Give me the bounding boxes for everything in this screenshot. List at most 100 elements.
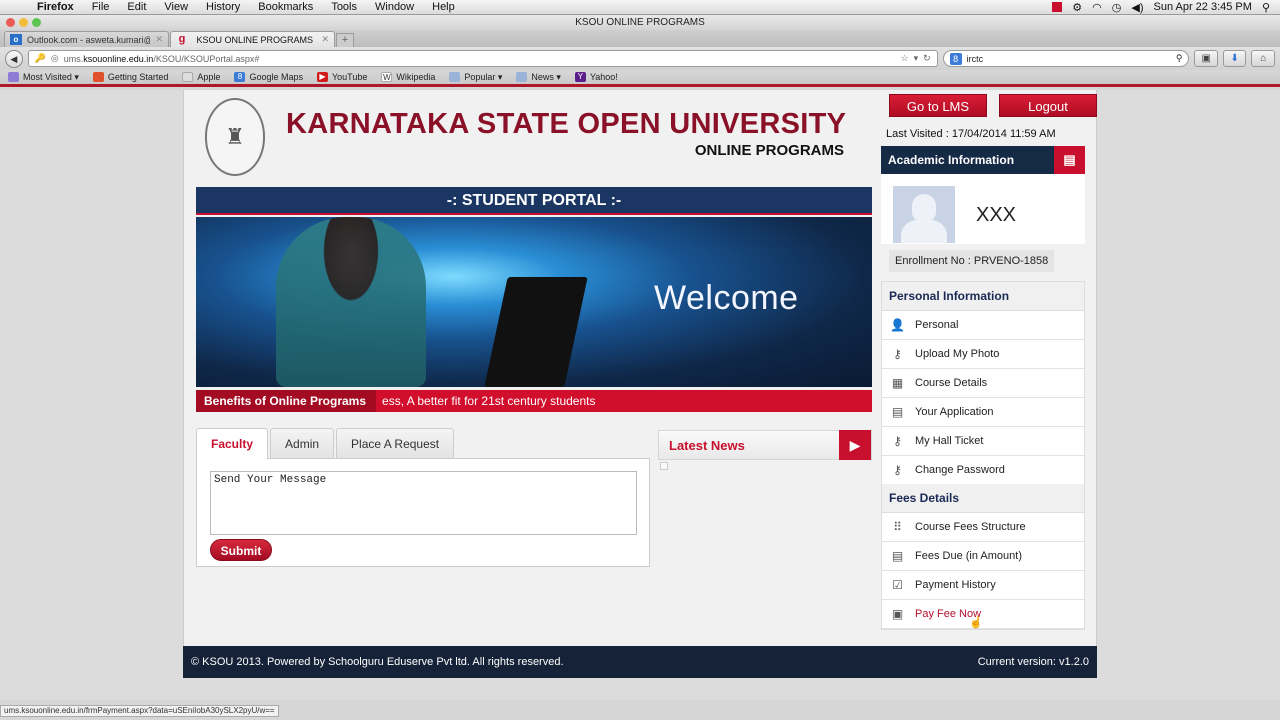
tab-place-request[interactable]: Place A Request: [336, 428, 455, 458]
megaphone-icon[interactable]: ▶: [839, 430, 871, 460]
tab-faculty[interactable]: Faculty: [196, 428, 269, 459]
minimize-window-icon[interactable]: [19, 18, 28, 27]
student-sidebar: Go to LMS Logout Last Visited : 17/04/20…: [881, 90, 1097, 630]
wifi-icon[interactable]: ◠: [1092, 1, 1102, 14]
menu-course-fees-structure[interactable]: ⠿ Course Fees Structure: [882, 513, 1084, 542]
menu-help[interactable]: Help: [423, 1, 464, 13]
new-tab-button[interactable]: +: [336, 33, 354, 47]
tab-outlook[interactable]: o Outlook.com - asweta.kumari@... ✕: [4, 31, 169, 47]
folder-icon: [516, 72, 528, 82]
academic-info-title: Academic Information: [888, 153, 1015, 167]
laptop-image: [484, 277, 588, 387]
welcome-banner: Welcome: [196, 217, 872, 387]
message-textarea[interactable]: Send Your Message: [210, 471, 637, 535]
window-title: KSOU ONLINE PROGRAMS: [575, 17, 705, 28]
spotlight-icon[interactable]: ⚲: [1262, 1, 1270, 14]
back-button[interactable]: ◀: [5, 49, 23, 68]
enrollment-number: Enrollment No : PRVENO-1858: [889, 250, 1055, 272]
addon-button[interactable]: ▣: [1194, 50, 1218, 67]
menu-view[interactable]: View: [155, 1, 197, 13]
version-text: Current version: v1.2.0: [977, 656, 1089, 668]
student-portal-bar: -: STUDENT PORTAL :-: [196, 187, 872, 215]
portal-container: ♜ KARNATAKA STATE OPEN UNIVERSITY ONLINE…: [183, 90, 1097, 678]
menu-fees-due[interactable]: ▤ Fees Due (in Amount): [882, 542, 1084, 571]
url-text[interactable]: ums.ksouonline.edu.in/KSOU/KSOUPortal.as…: [64, 54, 896, 64]
close-tab-icon[interactable]: ✕: [321, 34, 329, 45]
search-icon[interactable]: ⚲: [1176, 53, 1183, 64]
bookmark-wikipedia[interactable]: W Wikipedia: [381, 72, 435, 82]
star-icon[interactable]: ☆: [900, 53, 908, 64]
tab-admin[interactable]: Admin: [270, 428, 335, 458]
volume-icon[interactable]: ◀): [1131, 1, 1143, 14]
close-tab-icon[interactable]: ✕: [155, 34, 163, 45]
firefox-icon: [92, 72, 104, 82]
bookmark-google-maps[interactable]: 8 Google Maps: [234, 72, 303, 82]
bookmark-getting-started[interactable]: Getting Started: [92, 72, 168, 82]
student-name: XXX: [976, 204, 1017, 226]
menu-file[interactable]: File: [83, 1, 119, 13]
personal-info-menu: Personal Information 👤 Personal ⚷ Upload M…: [881, 281, 1085, 486]
latest-news-title: Latest News: [669, 438, 745, 453]
ticker-text[interactable]: ess, A better fit for 21st century stude…: [382, 394, 595, 408]
grid-icon: ⠿: [893, 520, 902, 534]
logout-button[interactable]: Logout: [999, 94, 1097, 117]
google-icon: 8: [234, 72, 246, 82]
tray-icon[interactable]: ⚙: [1072, 1, 1082, 14]
clipboard-icon: ▣: [891, 607, 904, 621]
reload-icon[interactable]: ↻: [923, 53, 931, 64]
downloads-button[interactable]: ⬇: [1222, 50, 1247, 67]
news-checkbox[interactable]: [660, 462, 668, 470]
menu-upload-photo[interactable]: ⚷ Upload My Photo: [882, 340, 1084, 369]
menu-your-application[interactable]: ▤ Your Application: [882, 398, 1084, 427]
home-button[interactable]: ⌂: [1251, 50, 1275, 67]
menu-change-password[interactable]: ⚷ Change Password: [882, 456, 1084, 485]
clock[interactable]: Sun Apr 22 3:45 PM: [1153, 1, 1251, 13]
menu-hall-ticket[interactable]: ⚷ My Hall Ticket: [882, 427, 1084, 456]
menu-bookmarks[interactable]: Bookmarks: [249, 1, 322, 13]
go-to-lms-button[interactable]: Go to LMS: [889, 94, 987, 117]
tray-app-icon[interactable]: [1052, 2, 1063, 12]
bookmark-youtube[interactable]: ▶ YouTube: [316, 72, 367, 82]
close-window-icon[interactable]: [6, 18, 15, 27]
book-icon[interactable]: ▤: [1054, 146, 1085, 174]
ksou-logo: ♜: [205, 98, 265, 176]
bookmark-most-visited[interactable]: Most Visited ▾: [8, 72, 79, 83]
key-icon: ⚷: [893, 434, 902, 448]
status-tray: ⚙ ◠ ◷ ◀) Sun Apr 22 3:45 PM ⚲: [1052, 1, 1280, 14]
bookmark-news[interactable]: News ▾: [516, 72, 561, 83]
ticker-label: Benefits of Online Programs: [196, 390, 377, 412]
university-title: KARNATAKA STATE OPEN UNIVERSITY: [286, 108, 847, 140]
fees-details-header: Fees Details: [882, 484, 1084, 513]
menu-tools[interactable]: Tools: [322, 1, 366, 13]
outlook-icon: o: [10, 34, 22, 45]
menu-course-details[interactable]: ▦ Course Details: [882, 369, 1084, 398]
folder-icon: [8, 72, 19, 82]
menu-firefox[interactable]: Firefox: [28, 1, 83, 13]
folder-icon: [449, 72, 461, 82]
url-bar[interactable]: 🔑 ◎ ums.ksouonline.edu.in/KSOU/KSOUPorta…: [27, 50, 938, 67]
university-subtitle: ONLINE PROGRAMS: [694, 142, 844, 159]
profile-card: XXX: [881, 174, 1085, 244]
os-menubar: Firefox File Edit View History Bookmarks…: [0, 0, 1280, 15]
tab-ksou[interactable]: g KSOU ONLINE PROGRAMS ✕: [170, 31, 335, 47]
bookmark-apple[interactable]: Apple: [182, 72, 220, 82]
copyright-text: © KSOU 2013. Powered by Schoolguru Eduse…: [191, 656, 564, 668]
search-bar[interactable]: 8 irctc ⚲: [942, 50, 1190, 67]
timemachine-icon[interactable]: ◷: [1112, 1, 1122, 14]
menu-window[interactable]: Window: [366, 1, 423, 13]
bookmark-yahoo[interactable]: Y Yahoo!: [574, 72, 618, 82]
zoom-window-icon[interactable]: [32, 18, 41, 27]
key-icon: 🔑: [34, 53, 46, 63]
menu-personal[interactable]: 👤 Personal: [882, 311, 1084, 340]
menu-history[interactable]: History: [197, 1, 249, 13]
menu-pay-fee-now[interactable]: ▣ Pay Fee Now: [882, 600, 1084, 629]
submit-button[interactable]: Submit: [210, 539, 272, 561]
search-input[interactable]: irctc: [967, 54, 1171, 64]
google-icon[interactable]: 8: [949, 52, 962, 65]
student-image: [276, 217, 426, 387]
key-icon: ⚷: [893, 463, 902, 477]
menu-payment-history[interactable]: ☑ Payment History: [882, 571, 1084, 600]
bookmark-popular[interactable]: Popular ▾: [449, 72, 502, 83]
dropdown-icon[interactable]: ▾: [914, 53, 919, 64]
menu-edit[interactable]: Edit: [118, 1, 155, 13]
